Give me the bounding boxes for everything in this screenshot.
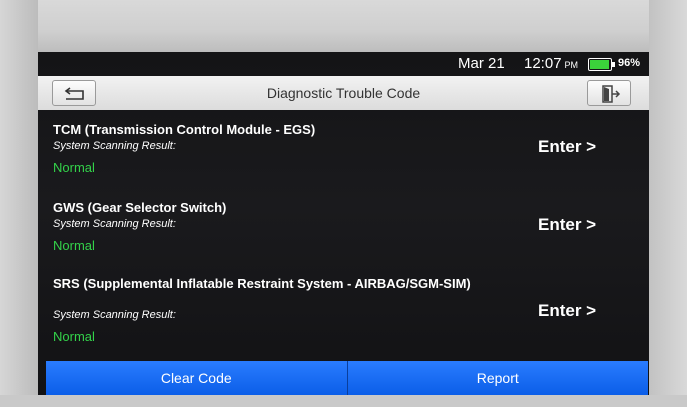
module-name: GWS (Gear Selector Switch) bbox=[53, 200, 227, 215]
scan-status: Normal bbox=[53, 238, 95, 253]
report-button[interactable]: Report bbox=[346, 361, 648, 395]
status-ampm: PM bbox=[564, 60, 579, 70]
page-title: Diagnostic Trouble Code bbox=[266, 85, 421, 101]
enter-button[interactable]: Enter > bbox=[538, 301, 596, 321]
scan-result-label: System Scanning Result: bbox=[53, 309, 176, 321]
title-bar: Diagnostic Trouble Code bbox=[38, 76, 649, 110]
scan-status: Normal bbox=[53, 329, 95, 344]
enter-button[interactable]: Enter > bbox=[538, 137, 596, 157]
enter-button[interactable]: Enter > bbox=[538, 215, 596, 235]
scan-result-label: System Scanning Result: bbox=[53, 218, 176, 230]
status-bar: Mar 21 12:07 PM 96% bbox=[38, 52, 649, 76]
device-bezel-right bbox=[649, 0, 687, 407]
battery-fill bbox=[590, 60, 610, 69]
status-time-value: 12:07 bbox=[524, 55, 562, 72]
status-date: Mar 21 bbox=[458, 55, 505, 72]
device-bezel-top bbox=[0, 0, 687, 52]
exit-button[interactable] bbox=[587, 80, 631, 106]
device-bezel-bottom bbox=[0, 395, 687, 407]
battery-tip bbox=[612, 62, 615, 67]
battery-icon bbox=[588, 58, 615, 71]
device-screen: Mar 21 12:07 PM 96% Diagnostic Trouble Co… bbox=[38, 52, 649, 395]
scan-status: Normal bbox=[53, 160, 95, 175]
bottom-action-bar: Clear Code Report bbox=[46, 361, 648, 395]
clear-code-button[interactable]: Clear Code bbox=[46, 361, 347, 395]
status-time: 12:07 PM bbox=[524, 55, 578, 72]
battery-percentage: 96% bbox=[618, 57, 641, 69]
module-name: SRS (Supplemental Inflatable Restraint S… bbox=[53, 276, 471, 291]
module-name: TCM (Transmission Control Module - EGS) bbox=[53, 122, 316, 137]
dtc-list: TCM (Transmission Control Module - EGS) … bbox=[38, 110, 649, 363]
device-bezel-left bbox=[0, 0, 38, 407]
scan-result-label: System Scanning Result: bbox=[53, 140, 176, 152]
exit-icon bbox=[602, 85, 621, 103]
